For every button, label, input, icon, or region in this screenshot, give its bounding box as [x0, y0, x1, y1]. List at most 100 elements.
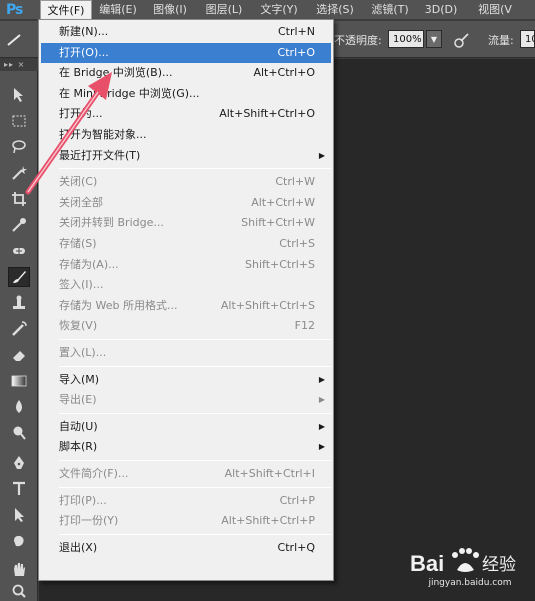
healing-brush-icon[interactable]: [8, 241, 30, 261]
menu-item-label: 新建(N)...: [59, 25, 109, 38]
menu-item-label: 导入(M): [59, 372, 100, 386]
menu-view[interactable]: 视图(V: [470, 0, 520, 20]
blur-tool-icon[interactable]: [8, 397, 30, 417]
menu-separator: [59, 412, 331, 414]
menu-item-label: 存储为 Web 所用格式...: [59, 298, 178, 312]
file-menu-item[interactable]: 打开为智能对象...: [41, 125, 331, 145]
menu-item-label: 在 Bridge 中浏览(B)...: [59, 66, 173, 80]
menu-item-shortcut: Ctrl+S: [279, 237, 315, 250]
menu-separator: [59, 486, 331, 488]
menu-item-label: 打印(P)...: [59, 493, 107, 507]
marquee-tool-icon[interactable]: [8, 111, 30, 131]
menu-item-label: 文件简介(F)...: [59, 467, 129, 480]
menu-item-label: 打印一份(Y): [59, 514, 119, 528]
menu-item-label: 签入(I)...: [59, 278, 104, 292]
opacity-input[interactable]: 100%: [388, 30, 424, 48]
gradient-tool-icon[interactable]: [8, 371, 30, 391]
airbrush-icon[interactable]: [453, 31, 471, 49]
file-menu-item: 存储为(A)... Shift+Ctrl+S: [41, 255, 331, 275]
file-menu-item[interactable]: 打开为... Alt+Shift+Ctrl+O: [41, 104, 331, 124]
tools-panel: ▸▸ ×: [0, 59, 38, 601]
shape-tool-icon[interactable]: [8, 531, 30, 551]
menu-separator: [59, 533, 331, 535]
menu-select[interactable]: 选择(S): [310, 0, 360, 20]
watermark-brand: Bai: [410, 551, 444, 576]
menu-type[interactable]: 文字(Y): [254, 0, 304, 20]
menu-edit[interactable]: 编辑(E): [94, 0, 142, 20]
brush-tool-icon[interactable]: [8, 267, 30, 287]
menu-item-label: 关闭并转到 Bridge...: [59, 216, 164, 230]
flow-input[interactable]: 10: [520, 30, 535, 48]
clone-stamp-icon[interactable]: [8, 293, 30, 313]
pen-tool-icon[interactable]: [8, 453, 30, 473]
file-menu-item: 存储为 Web 所用格式... Alt+Shift+Ctrl+S: [41, 296, 331, 316]
dodge-tool-icon[interactable]: [8, 423, 30, 443]
menu-item-shortcut: Ctrl+P: [279, 493, 315, 507]
menu-item-shortcut: Ctrl+W: [275, 175, 315, 189]
brush-preset-icon[interactable]: [6, 33, 24, 47]
menu-filter[interactable]: 滤镜(T): [366, 0, 414, 20]
menu-item-shortcut: Alt+Shift+Ctrl+O: [219, 107, 315, 121]
file-menu-item: 打印(P)... Ctrl+P: [41, 491, 331, 511]
menu-bar: Ps 文件(F) 编辑(E) 图像(I) 图层(L) 文字(Y) 选择(S) 滤…: [0, 0, 535, 20]
menu-item-label: 退出(X): [59, 540, 98, 554]
menu-item-label: 在 Mini Bridge 中浏览(G)...: [59, 86, 200, 100]
type-tool-icon[interactable]: [8, 479, 30, 499]
menu-item-shortcut: Alt+Shift+Ctrl+P: [221, 514, 315, 528]
file-menu-item[interactable]: 在 Bridge 中浏览(B)... Alt+Ctrl+O: [41, 63, 331, 83]
menu-item-label: 恢复(V): [59, 319, 98, 333]
file-menu-item: 存储(S) Ctrl+S: [41, 234, 331, 254]
file-menu-item: 关闭全部 Alt+Ctrl+W: [41, 193, 331, 213]
file-menu-item[interactable]: 在 Mini Bridge 中浏览(G)...: [41, 84, 331, 104]
menu-item-label: 置入(L)...: [59, 346, 107, 359]
menu-file[interactable]: 文件(F): [40, 0, 92, 20]
menu-item-shortcut: Ctrl+N: [277, 25, 315, 38]
submenu-arrow-icon: ▶: [318, 421, 325, 431]
menu-item-shortcut: Ctrl+Q: [277, 540, 315, 554]
menu-3d[interactable]: 3D(D): [420, 0, 462, 20]
crop-tool-icon[interactable]: [8, 189, 30, 209]
menu-item-shortcut: Shift+Ctrl+S: [245, 257, 315, 271]
menu-separator: [59, 168, 331, 170]
menu-item-label: 存储为(A)...: [59, 257, 119, 271]
menu-item-shortcut: F12: [294, 319, 315, 333]
file-menu-item: 导出(E) ▶: [41, 390, 331, 410]
menu-separator: [59, 460, 331, 461]
eraser-tool-icon[interactable]: [8, 345, 30, 365]
file-menu-item: 签入(I)...: [41, 275, 331, 295]
file-menu-item[interactable]: 新建(N)... Ctrl+N: [41, 22, 331, 42]
menu-item-shortcut: Ctrl+O: [277, 45, 315, 59]
file-menu-item[interactable]: 自动(U) ▶: [41, 417, 331, 437]
menu-item-label: 最近打开文件(T): [59, 148, 141, 162]
menu-item-shortcut: Shift+Ctrl+W: [241, 216, 315, 230]
file-menu-item[interactable]: 退出(X) Ctrl+Q: [41, 538, 331, 558]
menu-item-label: 打开为...: [59, 107, 103, 121]
magic-wand-icon[interactable]: [8, 163, 30, 183]
watermark-brand-cn: 经验: [482, 555, 516, 575]
flow-label: 流量:: [488, 34, 514, 47]
opacity-label: 不透明度:: [334, 34, 382, 47]
menu-item-shortcut: Alt+Ctrl+W: [251, 195, 315, 209]
file-menu-item[interactable]: 最近打开文件(T) ▶: [41, 146, 331, 166]
menu-layer[interactable]: 图层(L): [200, 0, 248, 20]
move-tool-icon[interactable]: [8, 85, 30, 105]
file-menu-item[interactable]: 打开(O)... Ctrl+O: [41, 42, 331, 63]
eyedropper-icon[interactable]: [8, 215, 30, 235]
submenu-arrow-icon: ▶: [318, 442, 325, 452]
tools-panel-header[interactable]: ▸▸ ×: [0, 59, 38, 71]
file-menu-item[interactable]: 脚本(R) ▶: [41, 437, 331, 457]
file-menu-item[interactable]: 导入(M) ▶: [41, 370, 331, 390]
opacity-dropdown-icon[interactable]: ▼: [426, 30, 442, 48]
menu-separator: [59, 339, 331, 340]
lasso-tool-icon[interactable]: [8, 137, 30, 157]
zoom-tool-icon[interactable]: [8, 581, 30, 601]
history-brush-icon[interactable]: [8, 319, 30, 339]
menu-item-label: 导出(E): [59, 393, 97, 407]
menu-item-shortcut: Alt+Shift+Ctrl+S: [220, 298, 315, 312]
hand-tool-icon[interactable]: [8, 559, 30, 579]
menu-image[interactable]: 图像(I): [146, 0, 194, 20]
menu-item-label: 打开(O)...: [59, 45, 109, 59]
file-menu-item: 打印一份(Y) Alt+Shift+Ctrl+P: [41, 511, 331, 531]
watermark-url: jingyan.baidu.com: [428, 578, 512, 588]
path-selection-icon[interactable]: [8, 505, 30, 525]
